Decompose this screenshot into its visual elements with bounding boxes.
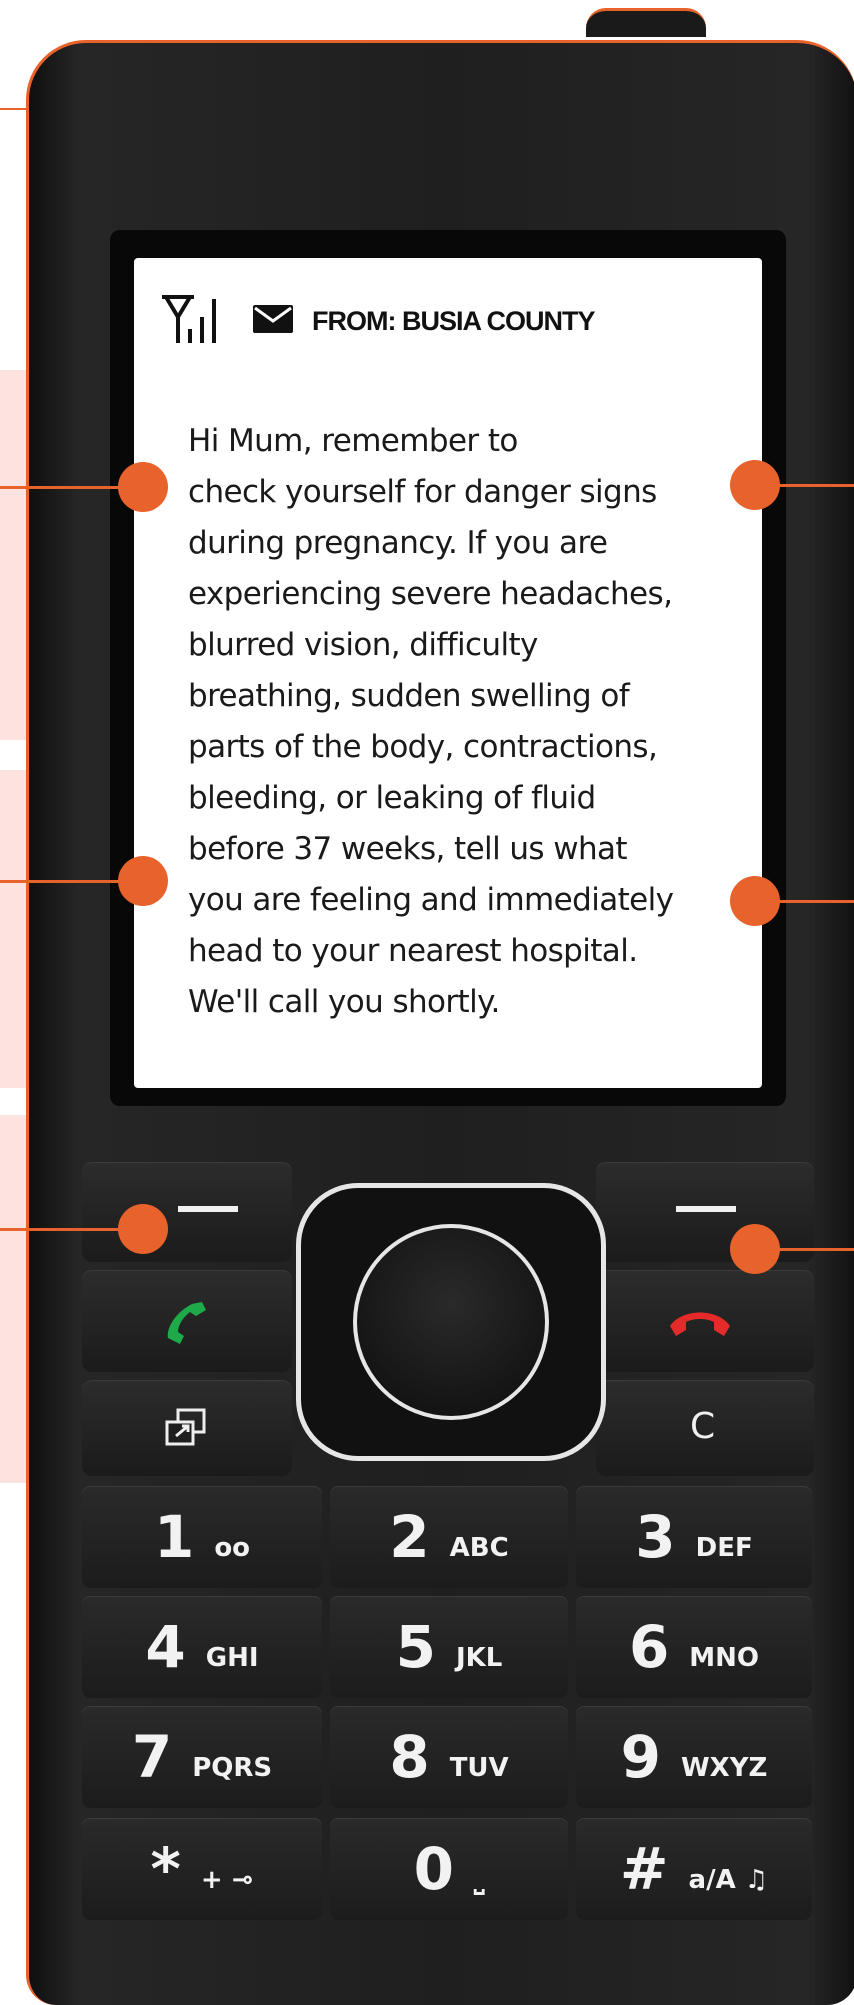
keypad-key-2[interactable]: 2 ABC (330, 1486, 568, 1588)
keypad-key-1[interactable]: 1 oo (82, 1486, 322, 1588)
end-call-button[interactable] (596, 1270, 814, 1372)
keypad-key-4[interactable]: 4 GHI (82, 1596, 322, 1698)
key-number: 9 (620, 1723, 661, 1791)
message-line: during pregnancy. If you are (188, 525, 608, 561)
callout-dot (118, 1204, 168, 1254)
clear-key[interactable]: C (596, 1380, 814, 1476)
key-number: # (619, 1835, 669, 1903)
callout-dot (730, 876, 780, 926)
key-letters: TUV (449, 1753, 509, 1783)
key-number: 4 (145, 1613, 186, 1681)
clear-key-label: C (690, 1406, 716, 1447)
key-number: 3 (635, 1503, 676, 1571)
keypad-key-7[interactable]: 7 PQRS (82, 1706, 322, 1808)
soft-key-dash-icon (676, 1206, 736, 1212)
top-rule (0, 108, 26, 110)
callout-dot (118, 856, 168, 906)
keypad-key-8[interactable]: 8 TUV (330, 1706, 568, 1808)
key-letters: MNO (689, 1643, 760, 1673)
key-letters: GHI (205, 1643, 259, 1673)
message-line: breathing, sudden swelling of (188, 678, 630, 714)
sender-label: FROM: BUSIA COUNTY (312, 305, 595, 336)
call-button[interactable] (82, 1270, 292, 1372)
navigation-pad[interactable] (296, 1183, 606, 1461)
end-call-phone-icon (668, 1304, 732, 1343)
left-soft-key[interactable] (82, 1162, 292, 1262)
phone-top-button (586, 8, 706, 37)
keypad-key-star[interactable]: * + ⊸ (82, 1818, 322, 1920)
call-phone-icon (162, 1298, 212, 1349)
callout-dot (730, 1224, 780, 1274)
keypad-key-0[interactable]: 0 ⎵ (330, 1818, 568, 1920)
keypad-key-6[interactable]: 6 MNO (576, 1596, 812, 1698)
menu-key[interactable] (82, 1380, 292, 1476)
select-button[interactable] (353, 1224, 549, 1420)
soft-key-dash-icon (178, 1206, 238, 1212)
message-line: you are feeling and immediately (188, 882, 674, 918)
key-number: 8 (389, 1723, 430, 1791)
keypad-key-3[interactable]: 3 DEF (576, 1486, 812, 1588)
signal-antenna-icon (158, 291, 234, 352)
key-number: * (150, 1835, 181, 1903)
message-line: before 37 weeks, tell us what (188, 831, 628, 867)
key-letters: DEF (695, 1533, 753, 1563)
keypad-key-hash[interactable]: # a/A ♫ (576, 1818, 812, 1920)
callout-dot (730, 460, 780, 510)
message-line: parts of the body, contractions, (188, 729, 658, 765)
key-number: 0 (413, 1835, 454, 1903)
envelope-icon (252, 304, 294, 339)
key-number: 5 (395, 1613, 436, 1681)
window-switch-icon (164, 1408, 208, 1453)
key-number: 7 (131, 1723, 173, 1791)
right-soft-key[interactable] (596, 1162, 814, 1262)
message-line: head to your nearest hospital. (188, 933, 638, 969)
phone-screen: FROM: BUSIA COUNTY Hi Mum, remember to c… (134, 258, 762, 1088)
key-letters: ⎵ (473, 1864, 485, 1895)
message-line: Hi Mum, remember to (188, 423, 518, 459)
message-line: check yourself for danger signs (188, 474, 657, 510)
key-letters: PQRS (192, 1753, 273, 1783)
key-letters: oo (214, 1533, 251, 1563)
message-line: bleeding, or leaking of fluid (188, 780, 596, 816)
message-line: We'll call you shortly. (188, 984, 500, 1020)
key-number: 1 (153, 1503, 195, 1571)
keypad-key-9[interactable]: 9 WXYZ (576, 1706, 812, 1808)
sms-message: Hi Mum, remember to check yourself for d… (188, 416, 748, 1028)
key-letters: WXYZ (680, 1753, 768, 1783)
message-line: blurred vision, difficulty (188, 627, 538, 663)
status-bar: FROM: BUSIA COUNTY (158, 294, 595, 346)
key-letters: ABC (449, 1533, 509, 1563)
key-letters: JKL (455, 1643, 503, 1673)
key-number: 2 (389, 1503, 430, 1571)
key-letters: + ⊸ (200, 1865, 254, 1895)
keypad-key-5[interactable]: 5 JKL (330, 1596, 568, 1698)
message-line: experiencing severe headaches, (188, 576, 673, 612)
key-number: 6 (628, 1613, 670, 1681)
callout-dot (118, 462, 168, 512)
key-letters: a/A ♫ (688, 1865, 769, 1895)
